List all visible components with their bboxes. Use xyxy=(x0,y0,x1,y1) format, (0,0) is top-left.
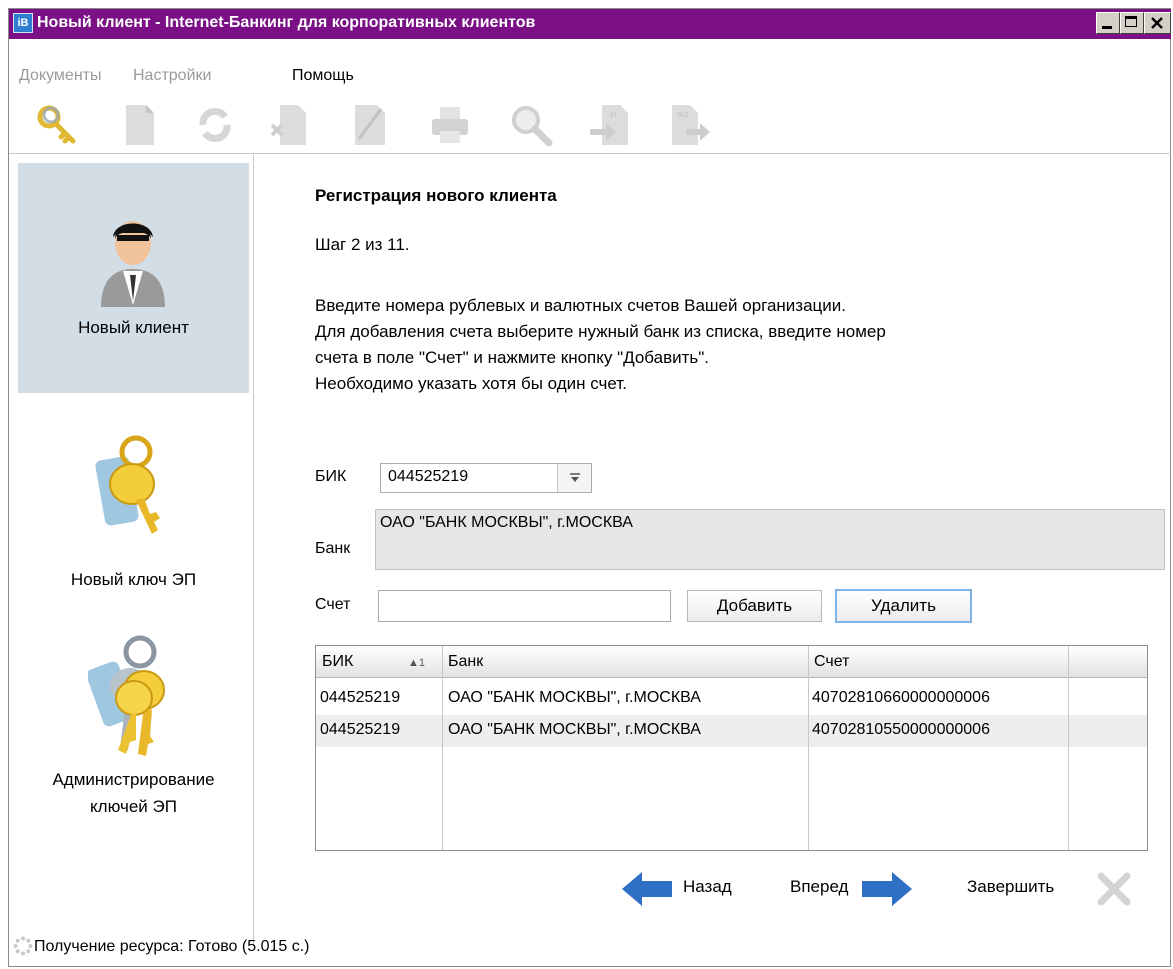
key-icon xyxy=(95,435,160,534)
account-label: Счет xyxy=(315,596,351,613)
bank-label: Банк xyxy=(315,540,351,557)
keys-icon[interactable] xyxy=(35,103,79,147)
arrow-right-icon xyxy=(862,872,912,906)
menu-settings[interactable]: Настройки xyxy=(133,67,211,85)
close-button[interactable] xyxy=(1144,12,1171,34)
bik-label: БИК xyxy=(315,468,347,485)
instruction-line-2: Для добавления счета выберите нужный бан… xyxy=(315,322,886,341)
account-input[interactable] xyxy=(378,590,671,622)
cell-bik: 044525219 xyxy=(320,689,401,706)
instruction-line-1: Введите номера рублевых и валютных счето… xyxy=(315,296,847,315)
new-document-icon xyxy=(126,105,154,145)
column-divider xyxy=(1068,646,1069,850)
import-icon: in xyxy=(590,105,628,145)
column-divider xyxy=(808,646,809,850)
arrow-left-icon xyxy=(622,872,672,906)
column-header-account[interactable]: Счет xyxy=(814,653,849,671)
sidebar-item-new-key-label: Новый ключ ЭП xyxy=(70,570,197,589)
sort-indicator: ▲1 xyxy=(408,657,426,669)
bank-field-value: ОАО "БАНК МОСКВЫ", г.МОСКВА xyxy=(380,514,633,531)
status-text: Получение ресурса: Готово (5.015 с.) xyxy=(34,938,310,955)
column-header-bank[interactable]: Банк xyxy=(448,653,483,671)
print-icon xyxy=(432,107,468,143)
window-title: Новый клиент - Internet-Банкинг для корп… xyxy=(37,14,536,31)
maximize-icon xyxy=(1125,16,1137,27)
delete-button[interactable]: Удалить xyxy=(835,589,972,623)
cancel-x-icon xyxy=(1097,872,1131,906)
add-button[interactable]: Добавить xyxy=(687,590,822,622)
bik-dropdown-button[interactable] xyxy=(557,464,591,492)
chevron-down-icon xyxy=(569,473,580,482)
svg-text:out: out xyxy=(677,110,689,119)
search-icon xyxy=(512,106,553,147)
toolbar-separator xyxy=(9,153,1171,154)
export-icon: out xyxy=(672,105,710,145)
cell-account: 40702810550000000006 xyxy=(812,721,990,738)
delete-document-icon xyxy=(270,105,306,145)
instruction-line-4: Необходимо указать хотя бы один счет. xyxy=(315,374,627,393)
table-row[interactable] xyxy=(316,715,1147,747)
svg-text:in: in xyxy=(610,110,616,119)
instruction-line-3: счета в поле "Счет" и нажмите кнопку "До… xyxy=(315,348,710,367)
sidebar-item-new-client-label: Новый клиент xyxy=(78,318,189,337)
app-icon: iB xyxy=(13,13,33,33)
user-icon xyxy=(101,221,165,307)
table-header xyxy=(316,646,1147,678)
sidebar-item-key-admin-label-line1: Администрирование xyxy=(52,770,215,789)
close-icon xyxy=(1151,17,1163,29)
bik-combobox-value: 044525219 xyxy=(388,468,469,485)
page-title: Регистрация нового клиента xyxy=(315,186,557,205)
table-row[interactable] xyxy=(316,683,1147,715)
cell-account: 40702810660000000006 xyxy=(812,689,990,706)
sign-document-icon xyxy=(355,105,385,145)
sidebar-item-key-admin-label-line2: ключей ЭП xyxy=(90,797,177,816)
cell-bank: ОАО "БАНК МОСКВЫ", г.МОСКВА xyxy=(448,689,701,706)
column-header-bik[interactable]: БИК xyxy=(322,653,353,671)
menu-documents[interactable]: Документы xyxy=(19,67,101,85)
menu-help[interactable]: Помощь xyxy=(292,67,354,85)
minimize-icon xyxy=(1102,26,1112,29)
cell-bik: 044525219 xyxy=(320,721,401,738)
column-divider xyxy=(442,646,443,850)
maximize-button[interactable] xyxy=(1120,12,1144,34)
back-button-label: Назад xyxy=(683,877,732,896)
cell-bank: ОАО "БАНК МОСКВЫ", г.МОСКВА xyxy=(448,721,701,738)
next-button-label: Вперед xyxy=(790,877,849,896)
finish-button-label: Завершить xyxy=(967,877,1055,896)
refresh-icon xyxy=(199,108,231,142)
loading-spinner-icon xyxy=(13,936,33,956)
step-indicator: Шаг 2 из 11. xyxy=(315,235,410,254)
minimize-button[interactable] xyxy=(1096,12,1120,34)
keys-bunch-icon xyxy=(88,635,165,756)
